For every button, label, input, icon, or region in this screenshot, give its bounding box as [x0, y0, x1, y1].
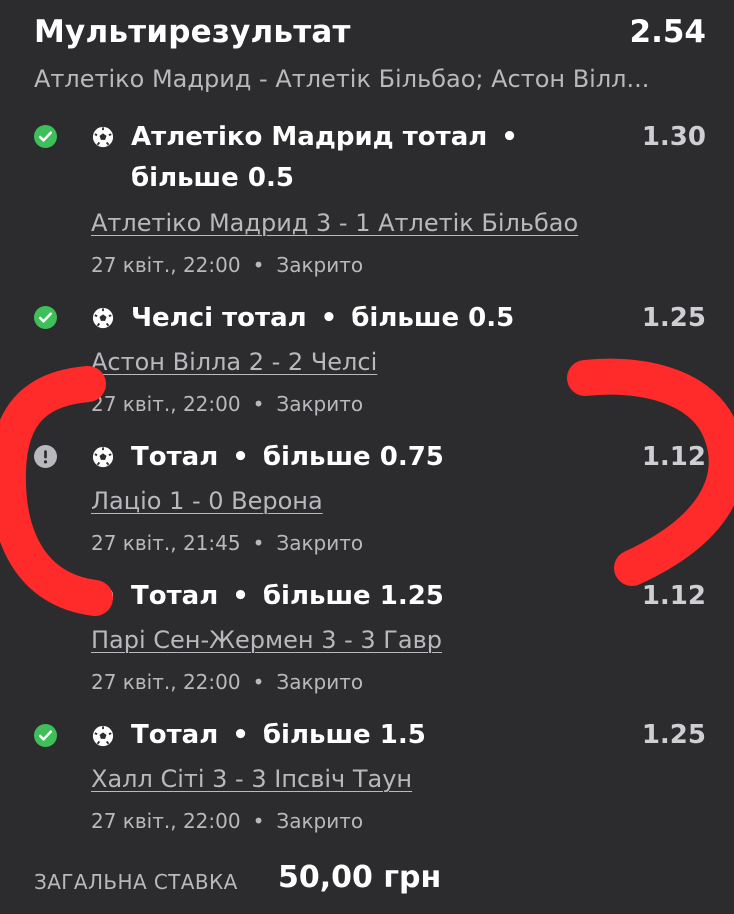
- soccer-ball-icon: [92, 446, 114, 468]
- match-link[interactable]: Атлетіко Мадрид 3 - 1 Атлетік Більбао: [91, 209, 578, 237]
- match-meta: 27 квіт., 22:00 • Закрито: [91, 670, 364, 694]
- market-name: Тотал • більше 1.5: [131, 720, 426, 750]
- market-name: Челсі тотал • більше 0.5: [131, 303, 515, 333]
- match-meta: 27 квіт., 22:00 • Закрито: [91, 809, 364, 833]
- match-meta: 27 квіт., 21:45 • Закрито: [91, 531, 364, 555]
- market-name: Тотал • більше 0.75: [131, 442, 444, 472]
- match-link[interactable]: Астон Вілла 2 - 2 Челсі: [91, 348, 377, 376]
- check-circle-icon: [34, 125, 57, 148]
- match-meta: 27 квіт., 22:00 • Закрито: [91, 392, 364, 416]
- match-link[interactable]: Халл Сіті 3 - 3 Іпсвіч Таун: [91, 765, 412, 793]
- check-circle-icon: [34, 724, 57, 747]
- selection-odds: 1.30: [641, 122, 706, 152]
- exclamation-circle-icon: [34, 445, 57, 468]
- market-outcome: більше 0.5: [131, 163, 294, 193]
- check-circle-icon: [34, 306, 57, 329]
- market-name: Тотал • більше 1.25: [131, 581, 444, 611]
- total-odds: 2.54: [629, 14, 707, 50]
- soccer-ball-icon: [92, 126, 114, 148]
- selection-odds: 1.12: [641, 442, 706, 472]
- match-meta: 27 квіт., 22:00 • Закрито: [91, 253, 364, 277]
- soccer-ball-icon: [92, 725, 114, 747]
- bet-type-title: Мультирезультат: [34, 14, 351, 50]
- match-link[interactable]: Лаціо 1 - 0 Верона: [91, 487, 323, 515]
- bet-card: Мультирезультат 2.54 Атлетіко Мадрид - А…: [0, 0, 734, 914]
- selection-odds: 1.12: [641, 581, 706, 611]
- annotation-left-bracket: [0, 366, 113, 616]
- selection-odds: 1.25: [641, 720, 706, 750]
- soccer-ball-icon: [92, 307, 114, 329]
- stake-label: ЗАГАЛЬНА СТАВКА: [34, 870, 238, 894]
- match-link[interactable]: Парі Сен-Жермен 3 - 3 Гавр: [91, 626, 442, 654]
- stake-value: 50,00 грн: [278, 860, 442, 895]
- market-name: Атлетіко Мадрид тотал •: [131, 122, 518, 152]
- events-summary: Атлетіко Мадрид - Атлетік Більбао; Астон…: [34, 65, 650, 93]
- selection-odds: 1.25: [641, 303, 706, 333]
- soccer-ball-icon: [92, 585, 114, 607]
